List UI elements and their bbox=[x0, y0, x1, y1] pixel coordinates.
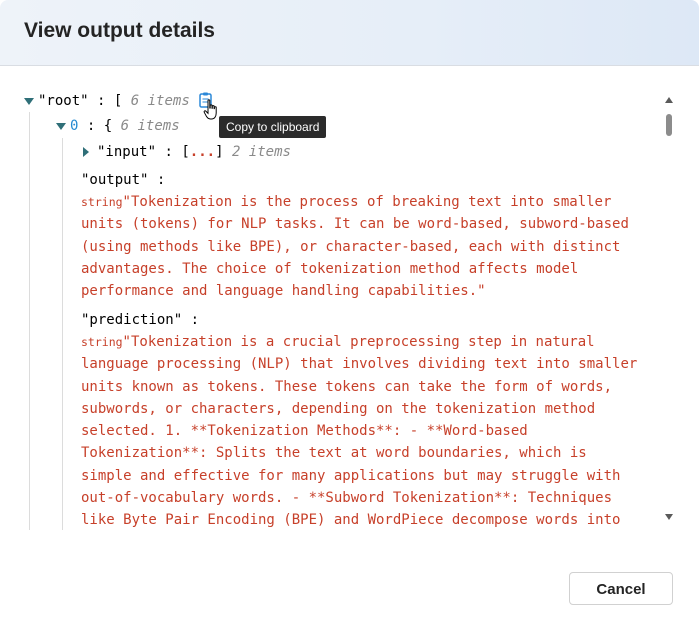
root-key: "root" bbox=[38, 93, 89, 109]
json-viewer: "root" : [ 6 items Copy to clipboard 0 : bbox=[0, 66, 699, 530]
output-colon: : bbox=[156, 172, 166, 188]
tree-node-input: "input" : [...] 2 items bbox=[83, 141, 291, 163]
cancel-button[interactable]: Cancel bbox=[569, 572, 673, 605]
item0-open-brace: { bbox=[103, 118, 113, 134]
prediction-type-label: string bbox=[81, 335, 123, 349]
prediction-value-line: units known as tokens. These tokens can … bbox=[81, 378, 613, 395]
tree-node-prediction: "prediction" : bbox=[81, 309, 199, 331]
input-open-bracket: [ bbox=[181, 144, 190, 160]
input-close-bracket: ] bbox=[215, 144, 224, 160]
output-value-line: performance and language handling capabi… bbox=[81, 283, 486, 300]
output-value-line: units (tokens) for NLP tasks. It can be … bbox=[81, 216, 629, 233]
prediction-value-line: language processing (NLP) that involves … bbox=[81, 356, 638, 373]
tree-node-output: "output" : bbox=[81, 169, 165, 191]
item0-count: 6 items bbox=[120, 118, 180, 134]
input-count: 2 items bbox=[231, 144, 291, 160]
prediction-colon: : bbox=[190, 312, 200, 328]
scrollbar-thumb[interactable] bbox=[666, 114, 672, 136]
prediction-key: "prediction" bbox=[81, 312, 183, 328]
hand-cursor-icon bbox=[203, 99, 219, 121]
collapse-root-caret-icon[interactable] bbox=[24, 97, 34, 105]
output-key: "output" bbox=[81, 172, 149, 188]
prediction-value-line: out-of-vocabulary words. - **Subword Tok… bbox=[81, 490, 613, 507]
prediction-value-line: selected. 1. **Tokenization Methods**: -… bbox=[81, 423, 528, 440]
root-open-bracket: [ bbox=[113, 93, 123, 109]
tree-node-root: "root" : [ 6 items bbox=[24, 90, 190, 112]
indent-guide-item0 bbox=[62, 138, 63, 530]
expand-input-caret-icon[interactable] bbox=[83, 147, 89, 157]
prediction-value-line: simple and effective for many applicatio… bbox=[81, 467, 621, 484]
prediction-value-line: subwords, or characters, depending on th… bbox=[81, 400, 596, 417]
prediction-value-line: like Byte Pair Encoding (BPE) and WordPi… bbox=[81, 512, 621, 529]
output-value-line: "Tokenization is the process of breaking… bbox=[122, 194, 612, 210]
dialog-title: View output details bbox=[24, 19, 215, 42]
output-value-line: advantages. The choice of tokenization m… bbox=[81, 260, 579, 277]
input-colon: : bbox=[164, 144, 173, 160]
root-count: 6 items bbox=[130, 93, 190, 109]
root-colon: : bbox=[97, 93, 106, 109]
copy-tooltip: Copy to clipboard bbox=[219, 116, 327, 138]
input-collapsed-ellipsis[interactable]: ... bbox=[190, 144, 215, 160]
output-value-line: (using methods like BPE), or character-b… bbox=[81, 238, 621, 255]
item0-key: 0 bbox=[70, 118, 79, 134]
dialog-header: View output details bbox=[0, 0, 699, 66]
scroll-down-arrow-icon[interactable] bbox=[665, 514, 673, 520]
item0-colon: : bbox=[86, 118, 96, 134]
view-output-details-dialog: View output details "root" : [ 6 items C… bbox=[0, 0, 699, 619]
scroll-up-arrow-icon[interactable] bbox=[665, 97, 673, 103]
prediction-string-value: string"Tokenization is a crucial preproc… bbox=[81, 331, 637, 530]
collapse-item0-caret-icon[interactable] bbox=[56, 122, 66, 130]
viewer-scrollbar[interactable] bbox=[662, 94, 676, 526]
input-key: "input" bbox=[97, 144, 157, 160]
output-string-value: string"Tokenization is the process of br… bbox=[81, 191, 629, 302]
output-type-label: string bbox=[81, 195, 123, 209]
prediction-value-line: "Tokenization is a crucial preprocessing… bbox=[122, 334, 595, 350]
prediction-value-line: Tokenization**: Splits the text at word … bbox=[81, 445, 587, 462]
tree-node-item-0: 0 : { 6 items bbox=[56, 115, 180, 137]
indent-guide-root bbox=[29, 112, 30, 530]
